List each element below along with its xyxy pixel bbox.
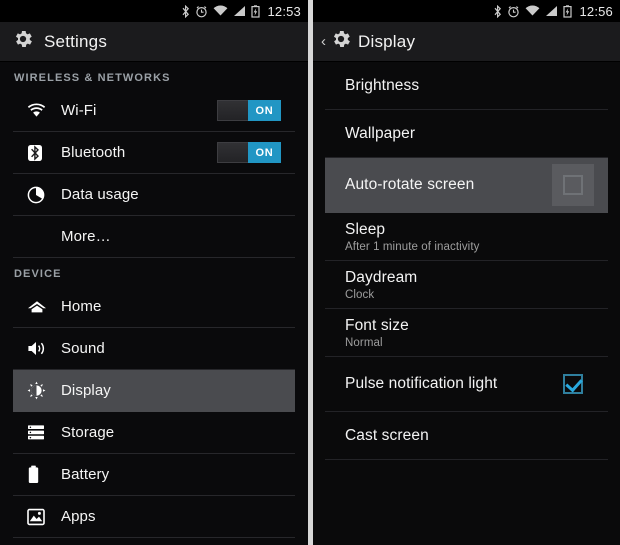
settings-gear-icon (330, 28, 352, 55)
list-item-auto-rotate-screen[interactable]: Auto-rotate screen (325, 158, 608, 213)
bluetooth-icon (494, 4, 502, 18)
list-item-wallpaper[interactable]: Wallpaper (325, 110, 608, 158)
display-settings-screen: 12:56 ‹ Display Brightness Wallpaper Aut… (313, 0, 620, 545)
action-bar-settings: Settings (0, 22, 308, 62)
signal-icon (233, 5, 246, 17)
status-bar-left: 12:53 (0, 0, 308, 22)
list-item-sleep[interactable]: Sleep After 1 minute of inactivity (325, 213, 608, 261)
list-item-cast-screen[interactable]: Cast screen (325, 412, 608, 460)
wifi-icon (213, 5, 228, 17)
item-texts: Cast screen (345, 427, 594, 445)
data-usage-icon (27, 186, 53, 204)
list-item-brightness[interactable]: Brightness (325, 62, 608, 110)
section-header-wireless: WIRELESS & NETWORKS (14, 72, 171, 84)
sidebar-item-storage[interactable]: Storage (13, 412, 295, 454)
sidebar-item-label: Battery (61, 466, 110, 483)
sidebar-item-data-usage[interactable]: Data usage (13, 174, 295, 216)
sidebar-item-home[interactable]: Home (13, 286, 295, 328)
auto-rotate-checkbox-wrap[interactable] (552, 164, 594, 206)
alarm-icon (195, 5, 208, 18)
status-time: 12:56 (579, 3, 613, 19)
pulse-checkbox-wrap[interactable] (552, 363, 594, 405)
item-subtitle: Clock (345, 288, 375, 301)
action-bar-display: ‹ Display (313, 22, 620, 62)
item-subtitle: After 1 minute of inactivity (345, 240, 480, 253)
sidebar-item-sound[interactable]: Sound (13, 328, 295, 370)
item-title: Font size (345, 316, 409, 334)
sidebar-item-more[interactable]: More… (13, 216, 295, 258)
list-item-font-size[interactable]: Font size Normal (325, 309, 608, 357)
settings-screen: 12:53 Settings WIRELESS & NETWORKS Wi-Fi… (0, 0, 308, 545)
sidebar-item-label: More… (61, 228, 111, 245)
item-texts: Daydream Clock (345, 269, 594, 301)
bluetooth-toggle[interactable]: ON (217, 142, 281, 163)
toggle-on-label: ON (248, 142, 281, 163)
toggle-on-label: ON (248, 100, 281, 121)
item-texts: Brightness (345, 77, 594, 95)
auto-rotate-checkbox[interactable] (563, 175, 583, 195)
bluetooth-icon (182, 4, 190, 18)
battery-charging-icon (251, 4, 261, 18)
sidebar-item-label: Sound (61, 340, 105, 357)
sidebar-item-apps[interactable]: Apps (13, 496, 295, 538)
toggle-off-track (217, 100, 248, 121)
battery-charging-icon (563, 4, 573, 18)
wifi-icon (525, 5, 540, 17)
sidebar-item-label: Home (61, 298, 102, 315)
section-header-personal: PERSONAL (0, 538, 308, 545)
list-item-daydream[interactable]: Daydream Clock (325, 261, 608, 309)
sound-icon (27, 340, 53, 357)
apps-icon (27, 508, 53, 526)
sidebar-item-bluetooth[interactable]: Bluetooth ON (13, 132, 295, 174)
item-texts: Pulse notification light (345, 375, 552, 393)
item-texts: Font size Normal (345, 317, 594, 349)
page-title: Display (358, 31, 416, 51)
display-settings-list: Brightness Wallpaper Auto-rotate screen … (313, 62, 620, 460)
sidebar-item-label: Wi-Fi (61, 102, 97, 119)
signal-icon (545, 5, 558, 17)
item-title: Auto-rotate screen (345, 176, 475, 193)
list-item-pulse-notification-light[interactable]: Pulse notification light (325, 357, 608, 412)
item-texts: Wallpaper (345, 125, 594, 143)
wifi-toggle[interactable]: ON (217, 100, 281, 121)
back-chevron-icon[interactable]: ‹ (321, 34, 326, 49)
sidebar-item-battery[interactable]: Battery (13, 454, 295, 496)
sidebar-item-display[interactable]: Display (13, 370, 295, 412)
item-subtitle: Normal (345, 336, 383, 349)
bluetooth-icon (27, 144, 53, 162)
display-icon (27, 381, 53, 400)
sidebar-item-label: Display (61, 382, 111, 399)
home-icon (27, 299, 53, 315)
item-title: Wallpaper (345, 124, 416, 142)
sidebar-item-label: Apps (61, 508, 96, 525)
settings-list: WIRELESS & NETWORKS Wi-Fi ON Bluetooth O… (0, 62, 308, 545)
dual-screenshot: 12:53 Settings WIRELESS & NETWORKS Wi-Fi… (0, 0, 620, 545)
sidebar-item-label: Storage (61, 424, 115, 441)
pulse-notification-checkbox[interactable] (563, 374, 583, 394)
item-title: Daydream (345, 268, 418, 286)
sidebar-item-label: Data usage (61, 186, 139, 203)
status-bar-right: 12:56 (313, 0, 620, 22)
item-title: Cast screen (345, 426, 429, 444)
sidebar-item-wifi[interactable]: Wi-Fi ON (13, 90, 295, 132)
storage-icon (27, 424, 53, 441)
item-title: Sleep (345, 220, 386, 238)
item-texts: Auto-rotate screen (345, 176, 552, 194)
item-title: Pulse notification light (345, 375, 498, 392)
toggle-off-track (217, 142, 248, 163)
alarm-icon (507, 5, 520, 18)
page-title: Settings (44, 31, 108, 51)
wifi-icon (27, 103, 53, 118)
status-time: 12:53 (267, 3, 301, 19)
battery-icon (27, 465, 53, 484)
sidebar-item-label: Bluetooth (61, 144, 126, 161)
settings-gear-icon (12, 28, 34, 55)
item-title: Brightness (345, 76, 420, 94)
section-header-device: DEVICE (14, 268, 62, 280)
item-texts: Sleep After 1 minute of inactivity (345, 221, 594, 253)
